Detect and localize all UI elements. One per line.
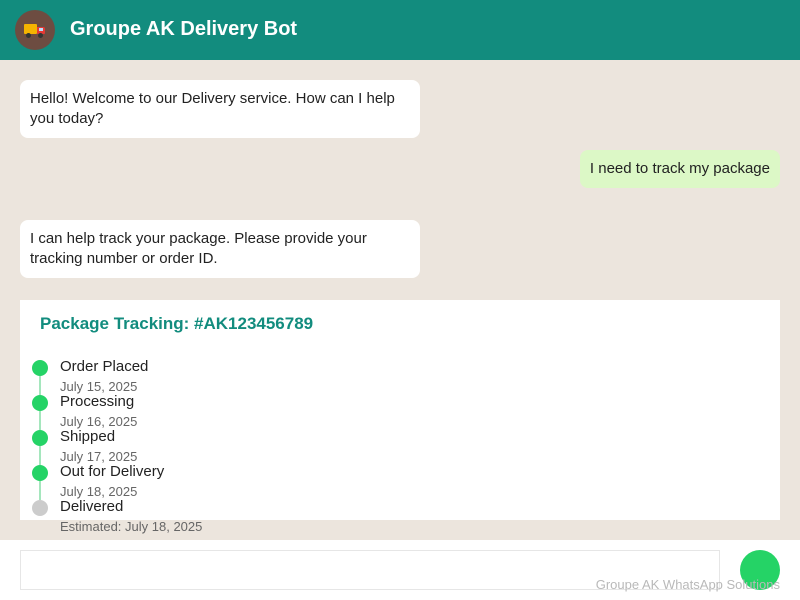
chat-header: Groupe AK Delivery Bot [0, 0, 800, 60]
bot-avatar[interactable] [15, 10, 55, 50]
status-pending-icon [32, 500, 48, 516]
status-complete-icon [32, 465, 48, 481]
tracking-step: Order Placed July 15, 2025 [20, 352, 520, 395]
message-text: I need to track my package [589, 160, 770, 177]
step-status: Delivered [60, 498, 124, 515]
tracking-step: Shipped July 17, 2025 [20, 422, 520, 465]
package-tracking-card: Package Tracking: #AK123456789 Order Pla… [20, 300, 780, 534]
step-date: Estimated: July 18, 2025 [60, 519, 203, 534]
status-complete-icon [32, 360, 48, 376]
tracking-step: Delivered Estimated: July 18, 2025 [20, 492, 520, 534]
bot-message: Hello! Welcome to our Delivery service. … [20, 80, 420, 138]
tracking-step: Processing July 16, 2025 [20, 387, 520, 430]
status-complete-icon [32, 395, 48, 411]
delivery-truck-icon [24, 24, 46, 38]
step-status: Out for Delivery [60, 463, 165, 480]
message-text: I can help track your package. Please pr… [30, 230, 367, 267]
user-message: I need to track my package [579, 150, 780, 188]
step-status: Order Placed [60, 358, 149, 375]
chat-title: Groupe AK Delivery Bot [70, 18, 298, 40]
bot-message: I can help track your package. Please pr… [20, 220, 420, 278]
step-status: Shipped [60, 428, 116, 445]
step-status: Processing [60, 393, 135, 410]
status-complete-icon [32, 430, 48, 446]
tracking-step: Out for Delivery July 18, 2025 [20, 457, 520, 500]
footer-text: Groupe AK WhatsApp Solutions [595, 577, 780, 592]
message-input-bar: Groupe AK WhatsApp Solutions [0, 540, 800, 600]
tracking-title: Package Tracking: #AK123456789 [40, 314, 314, 333]
message-text: Hello! Welcome to our Delivery service. … [30, 90, 395, 127]
